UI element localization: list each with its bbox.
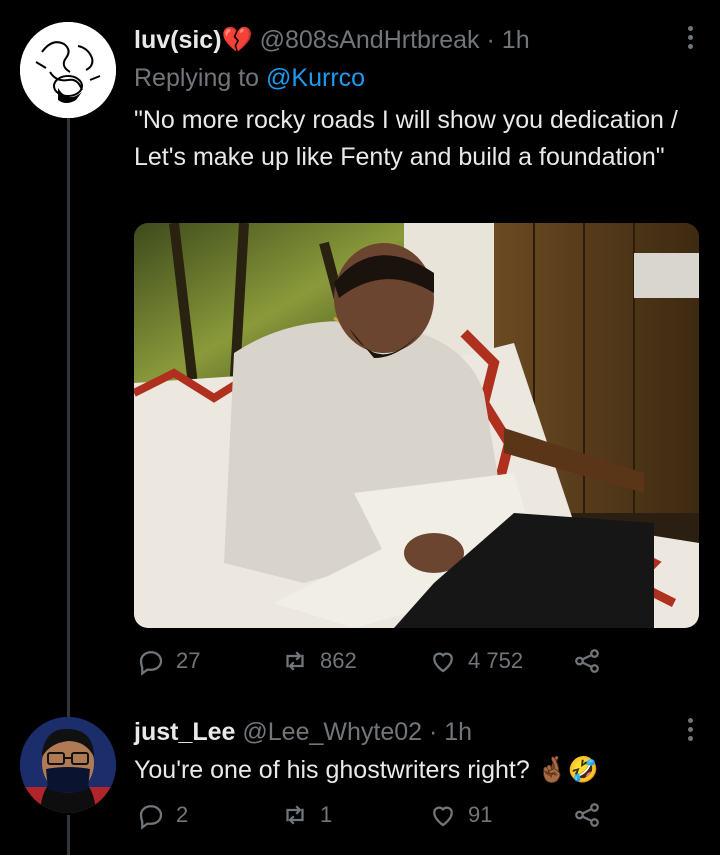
reply-more-button[interactable] [680,714,700,754]
reply-icon [139,805,163,830]
more-button[interactable] [680,22,700,62]
reply-like-count: 91 [468,802,493,827]
thread-line-continued [67,815,70,855]
share-button[interactable] [572,646,602,676]
reply-retweet-count: 1 [320,802,333,827]
thread-line [67,118,70,718]
broken-heart-emoji: 💔 [221,26,253,54]
share-icon [575,803,599,827]
retweet-button[interactable]: 862 [280,646,357,676]
like-button[interactable]: 4 752 [428,646,523,676]
reply-header: just_Lee @Lee_Whyte02 · 1h [134,716,472,748]
avatar[interactable] [20,22,116,118]
reply-separator: · [429,718,438,746]
timestamp[interactable]: 1h [502,26,530,54]
replying-to-handle[interactable]: @Kurrco [266,64,365,92]
share-icon [575,649,599,673]
tweet-text: "No more rocky roads I will show you ded… [134,106,678,171]
like-count: 4 752 [468,648,524,673]
reply-count: 27 [176,648,201,673]
like-icon [433,806,453,827]
reply-share-button[interactable] [572,800,602,830]
reply-handle[interactable]: @Lee_Whyte02 [242,718,422,746]
handle[interactable]: @808sAndHrtbreak [260,26,480,54]
reply-text: You're one of his ghostwriters right? [134,756,530,784]
tweet-header: luv(sic)💔 @808sAndHrtbreak · 1h [134,24,530,56]
separator: · [486,26,495,54]
reply-icon [139,651,163,676]
reply-timestamp[interactable]: 1h [444,718,472,746]
replying-to: Replying to @Kurrco [134,62,365,94]
reply-emojis: 🤞🏾🤣 [536,756,599,784]
retweet-icon [286,805,304,825]
reply-retweet-button[interactable]: 1 [280,800,332,830]
tweet-photo[interactable] [134,223,699,628]
reply-display-name[interactable]: just_Lee [134,718,235,746]
replying-to-label: Replying to [134,64,260,92]
reply-text-row: You're one of his ghostwriters right? 🤞🏾… [134,754,599,786]
display-name[interactable]: luv(sic) [134,26,222,54]
more-icon [680,718,700,741]
retweet-icon [286,651,304,671]
reply-button[interactable]: 27 [136,646,200,676]
reply-like-button[interactable]: 91 [428,800,492,830]
retweet-count: 862 [320,648,357,673]
more-icon [680,26,700,49]
reply-avatar[interactable] [20,717,116,813]
reply-reply-button[interactable]: 2 [136,800,188,830]
like-icon [433,652,453,673]
reply-reply-count: 2 [176,802,189,827]
